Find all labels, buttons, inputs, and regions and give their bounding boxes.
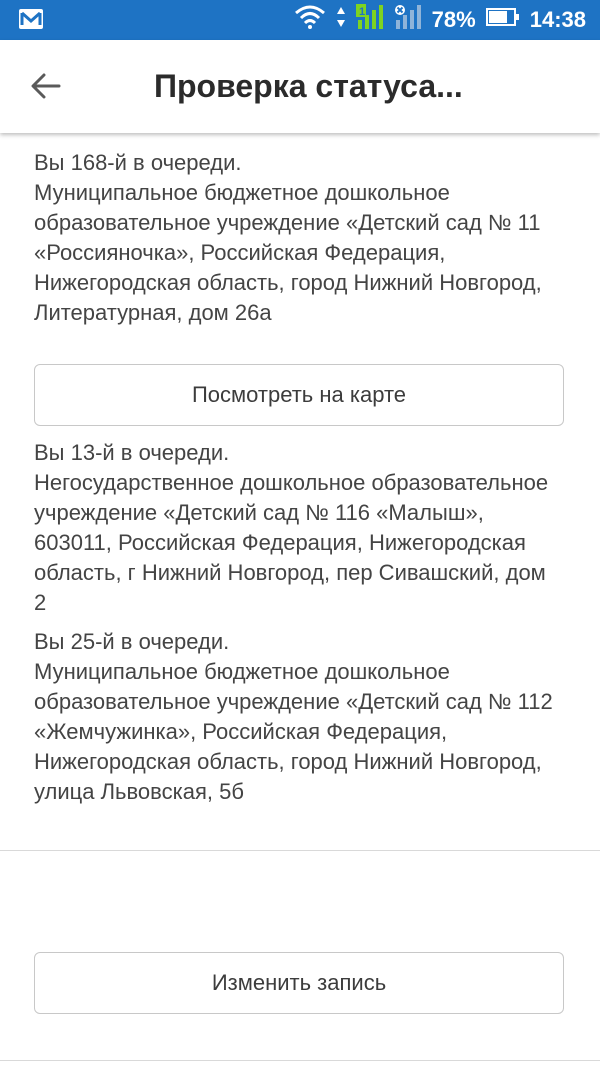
bottom-divider xyxy=(0,1060,600,1061)
arrow-left-icon xyxy=(31,73,61,104)
no-signal-icon xyxy=(394,4,422,36)
clock: 14:38 xyxy=(529,7,586,32)
view-on-map-button[interactable]: Посмотреть на карте xyxy=(34,364,564,426)
queue-position: Вы 13-й в очереди. xyxy=(34,440,230,465)
mail-icon xyxy=(18,8,44,35)
queue-entry-1: Вы 168-й в очереди. Муниципальное бюджет… xyxy=(34,148,564,328)
app-bar: Проверка статуса... xyxy=(0,40,600,133)
battery-percent: 78% xyxy=(431,7,476,32)
queue-entry-2: Вы 13-й в очереди. Негосударственное дош… xyxy=(34,438,564,618)
institution-address: Негосударственное дошкольное образовател… xyxy=(34,470,549,615)
back-button[interactable] xyxy=(24,66,68,110)
page-title: Проверка статуса... xyxy=(154,68,463,104)
edit-record-button[interactable]: Изменить запись xyxy=(34,952,564,1014)
institution-address: Муниципальное бюджетное дошкольное образ… xyxy=(34,180,542,325)
status-bar: 1 78% 14:38 xyxy=(0,0,600,40)
queue-position: Вы 168-й в очереди. xyxy=(34,150,242,175)
queue-position: Вы 25-й в очереди. xyxy=(34,629,230,654)
institution-address: Муниципальное бюджетное дошкольное образ… xyxy=(34,659,553,804)
wifi-icon xyxy=(294,5,326,35)
battery-icon xyxy=(485,7,520,33)
data-arrows-icon xyxy=(336,6,346,34)
divider xyxy=(0,850,600,851)
queue-entry-3: Вы 25-й в очереди. Муниципальное бюджетн… xyxy=(34,627,564,807)
cellular-signal-icon: 1 xyxy=(355,4,384,36)
svg-text:1: 1 xyxy=(359,6,365,18)
